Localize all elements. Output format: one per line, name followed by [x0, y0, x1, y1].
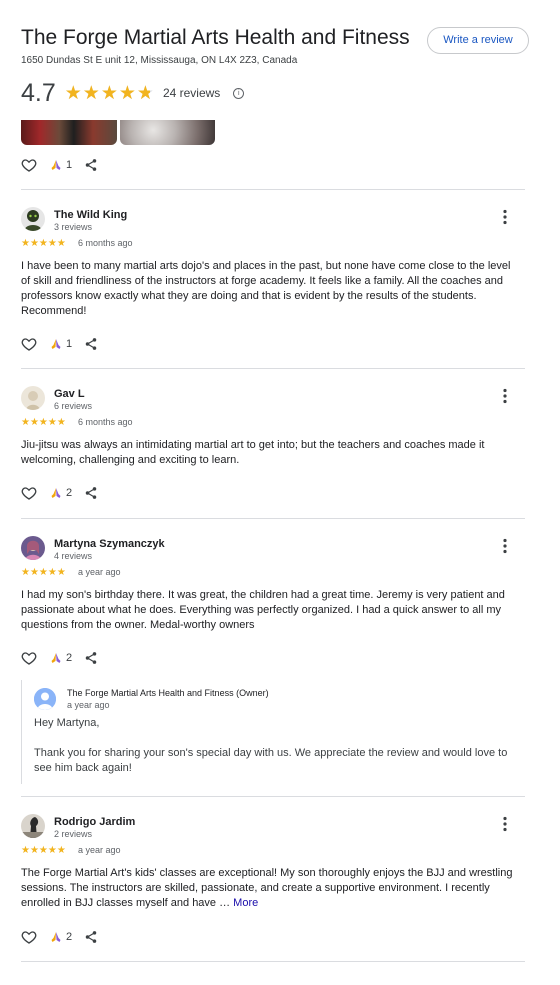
avatar[interactable] [21, 207, 45, 231]
review-date: 6 months ago [78, 417, 133, 427]
rating-stars-fill: ★★★★★ [64, 82, 150, 104]
helpful-hands-icon[interactable] [50, 487, 62, 499]
divider [21, 189, 525, 190]
owner-reply: The Forge Martial Arts Health and Fitnes… [21, 680, 512, 784]
business-address: 1650 Dundas St E unit 12, Mississauga, O… [21, 55, 298, 66]
review-count[interactable]: 24 reviews [163, 86, 220, 100]
review-date: a year ago [78, 845, 121, 855]
avatar[interactable] [21, 386, 45, 410]
helpful-hands-icon[interactable] [50, 931, 62, 943]
share-icon[interactable] [84, 930, 98, 944]
review-text: I had my son's birthday there. It was gr… [21, 589, 505, 631]
helpful-count: 2 [66, 487, 73, 499]
heart-outline-icon[interactable] [21, 336, 37, 352]
more-link[interactable]: More [233, 897, 258, 909]
review-text: The Forge Martial Art's kids' classes ar… [21, 866, 513, 911]
divider [21, 796, 525, 797]
rating-summary: 4.7 ★★★★★ ★★★★★ 24 reviews i [21, 78, 245, 108]
avatar[interactable] [21, 814, 45, 838]
divider [21, 961, 525, 962]
helpful-count: 2 [66, 931, 73, 943]
average-rating: 4.7 [21, 78, 56, 107]
review-item: Gav L 6 reviews ★★★★★ 6 months ago Jiu-j… [21, 386, 525, 486]
write-review-button[interactable]: Write a review [427, 27, 529, 54]
owner-avatar [34, 688, 56, 710]
review-actions: 1 [21, 336, 98, 352]
owner-reply-date: a year ago [67, 700, 110, 710]
owner-reply-text: Hey Martyna, Thank you for sharing your … [34, 717, 508, 774]
reviewer-name[interactable]: The Wild King [54, 209, 127, 221]
divider [21, 518, 525, 519]
heart-outline-icon[interactable] [21, 929, 37, 945]
review-date: 6 months ago [78, 238, 133, 248]
review-text: I have been to many martial arts dojo's … [21, 260, 511, 317]
review-stars: ★★★★★ [21, 238, 66, 249]
helpful-hands-icon[interactable] [50, 652, 62, 664]
share-icon[interactable] [84, 651, 98, 665]
review-photo[interactable] [21, 120, 117, 145]
review-photo[interactable] [120, 120, 215, 145]
reviewer-name[interactable]: Rodrigo Jardim [54, 816, 135, 828]
review-item: Martyna Szymanczyk 4 reviews ★★★★★ a yea… [21, 536, 525, 646]
review-date: a year ago [78, 567, 121, 577]
review-text: Jiu-jitsu was always an intimidating mar… [21, 439, 485, 466]
review-actions: 1 [21, 157, 98, 173]
review-item: The Wild King 3 reviews ★★★★★ 6 months a… [21, 207, 525, 357]
more-vertical-icon[interactable] [503, 538, 507, 554]
avatar[interactable] [21, 536, 45, 560]
more-vertical-icon[interactable] [503, 209, 507, 225]
share-icon[interactable] [84, 337, 98, 351]
review-actions: 2 [21, 485, 98, 501]
reviewer-name[interactable]: Martyna Szymanczyk [54, 538, 165, 550]
reviewer-review-count: 4 reviews [54, 551, 93, 561]
reviewer-name[interactable]: Gav L [54, 388, 85, 400]
review-stars: ★★★★★ [21, 845, 66, 856]
info-icon[interactable]: i [233, 87, 245, 99]
reviewer-review-count: 6 reviews [54, 401, 93, 411]
share-icon[interactable] [84, 158, 98, 172]
review-text-body: The Forge Martial Art's kids' classes ar… [21, 867, 513, 909]
reviewer-review-count: 2 reviews [54, 829, 93, 839]
more-vertical-icon[interactable] [503, 816, 507, 832]
review-photos [21, 120, 221, 145]
review-item: Rodrigo Jardim 2 reviews ★★★★★ a year ag… [21, 814, 525, 914]
helpful-hands-icon[interactable] [50, 159, 62, 171]
review-stars: ★★★★★ [21, 417, 66, 428]
heart-outline-icon[interactable] [21, 650, 37, 666]
review-stars: ★★★★★ [21, 567, 66, 578]
helpful-count: 1 [66, 159, 73, 171]
heart-outline-icon[interactable] [21, 157, 37, 173]
rating-stars: ★★★★★ ★★★★★ [65, 82, 155, 105]
more-vertical-icon[interactable] [503, 388, 507, 404]
helpful-hands-icon[interactable] [50, 338, 62, 350]
share-icon[interactable] [84, 486, 98, 500]
heart-outline-icon[interactable] [21, 485, 37, 501]
divider [21, 368, 525, 369]
review-actions: 2 [21, 929, 98, 945]
helpful-count: 2 [66, 652, 73, 664]
helpful-count: 1 [66, 338, 73, 350]
owner-name: The Forge Martial Arts Health and Fitnes… [67, 688, 269, 698]
reviewer-review-count: 3 reviews [54, 222, 93, 232]
review-actions: 2 [21, 650, 98, 666]
